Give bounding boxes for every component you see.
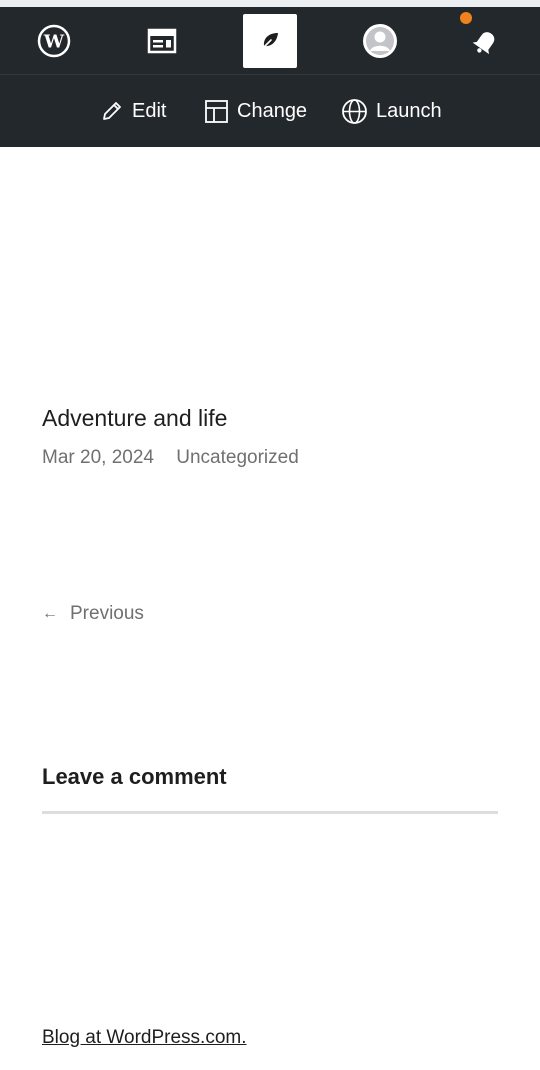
- admin-bar: W Edit Change Launch: [0, 7, 540, 147]
- edit-button[interactable]: Edit: [100, 96, 166, 126]
- reader-button[interactable]: [135, 14, 189, 68]
- notifications-bell-icon: [472, 32, 495, 55]
- admin-icon-row: W: [0, 7, 540, 74]
- comment-heading: Leave a comment: [42, 764, 227, 789]
- pencil-icon: [103, 102, 121, 120]
- wordpress-icon: W: [37, 24, 71, 58]
- edit-label: Edit: [132, 99, 167, 122]
- reader-icon: [147, 28, 177, 54]
- status-strip: [0, 0, 540, 7]
- site-button[interactable]: [243, 14, 297, 68]
- svg-text:W: W: [43, 32, 65, 53]
- post-meta: Mar 20, 2024 Uncategorized: [42, 447, 316, 469]
- profile-button[interactable]: [353, 14, 407, 68]
- layout-icon: [205, 99, 228, 123]
- footer-link[interactable]: Blog at WordPress.com.: [42, 1027, 247, 1049]
- previous-label: Previous: [70, 603, 144, 624]
- left-arrow-icon: ←: [42, 605, 58, 622]
- change-button[interactable]: Change: [204, 96, 307, 126]
- wordpress-button[interactable]: W: [27, 14, 81, 68]
- avatar-icon: [363, 24, 397, 58]
- launch-button[interactable]: Launch: [341, 96, 442, 126]
- globe-icon: [342, 98, 367, 124]
- notification-dot: [460, 12, 472, 24]
- leaf-icon: [261, 33, 278, 50]
- admin-action-row: Edit Change Launch: [0, 75, 540, 147]
- post-category[interactable]: Uncategorized: [176, 447, 299, 468]
- previous-post-link[interactable]: ← Previous: [42, 603, 144, 625]
- post-date[interactable]: Mar 20, 2024: [42, 447, 154, 468]
- launch-label: Launch: [376, 99, 442, 122]
- change-label: Change: [237, 99, 308, 122]
- notifications-button[interactable]: [459, 12, 513, 68]
- post-title[interactable]: Adventure and life: [42, 405, 227, 432]
- comment-divider: [42, 811, 498, 814]
